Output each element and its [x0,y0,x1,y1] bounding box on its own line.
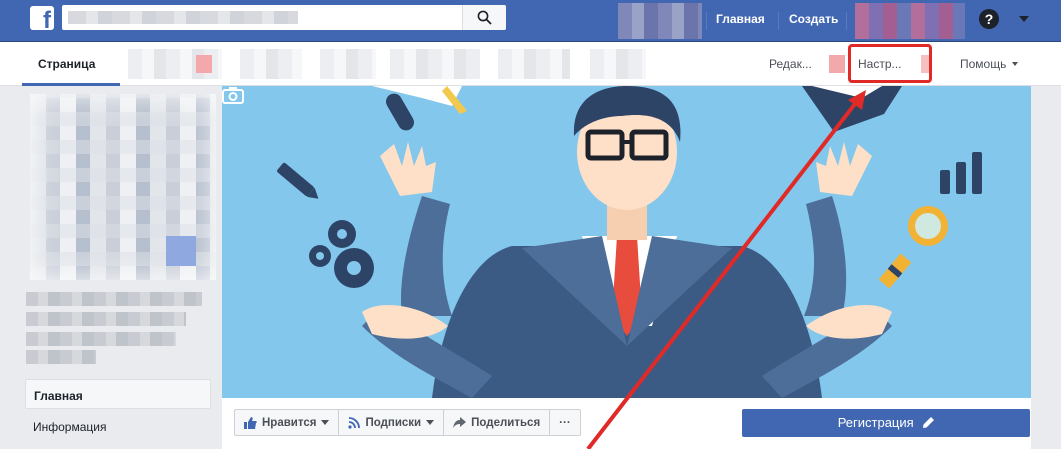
page-name-blurred [26,292,202,306]
camera-icon[interactable] [222,86,244,104]
divider [846,12,847,30]
search-icon [477,10,492,25]
chevron-down-icon [1012,62,1019,66]
tab-page[interactable]: Страница [38,57,95,71]
divider [778,12,779,30]
badge-blurred [196,55,212,73]
divider [706,12,707,30]
profile-picture-detail [166,236,196,266]
left-sidebar: Главная Информация [0,86,222,449]
badge-blurred [829,55,845,73]
tab-blurred[interactable] [390,49,480,79]
tab-blurred[interactable] [320,49,376,79]
page-name-blurred [26,332,176,346]
sidebar-item-info[interactable]: Информация [25,411,211,441]
tab-blurred[interactable] [240,49,302,79]
cover-photo [222,86,1031,398]
tab-blurred[interactable] [498,49,570,79]
rss-icon [348,416,361,429]
profile-avatar-blurred[interactable] [618,3,702,39]
more-options-button[interactable]: ··· [550,410,580,435]
help-menu-label: Помощь [960,57,1007,71]
settings-highlight-box [848,44,932,83]
action-button-group: Нравится Подписки Поделиться ··· [234,409,581,436]
thumbs-up-icon [244,416,257,429]
like-label: Нравится [262,416,317,429]
question-icon[interactable]: ? [979,9,999,29]
help-menu[interactable]: Помощь [960,57,1019,71]
chevron-down-icon[interactable] [1019,16,1029,22]
create-link[interactable]: Создать [789,12,838,26]
more-dots-icon: ··· [559,416,571,429]
page-action-bar: Нравится Подписки Поделиться ··· Регистр… [222,398,1031,449]
notification-icons-blurred[interactable] [855,3,965,39]
like-button[interactable]: Нравится [235,410,340,435]
facebook-logo-icon[interactable]: f [30,6,54,30]
home-link[interactable]: Главная [716,12,765,26]
search-query-blurred [68,11,298,24]
page-username-blurred [26,350,96,364]
sidebar-item-home[interactable]: Главная [25,379,211,409]
share-button[interactable]: Поделиться [444,410,551,435]
cover-illustration [277,86,982,398]
share-label: Поделиться [471,416,541,429]
share-arrow-icon [453,417,467,428]
follow-button[interactable]: Подписки [339,410,445,435]
search-button[interactable] [462,5,506,30]
pencil-icon [923,417,935,428]
follow-label: Подписки [365,416,422,429]
chevron-down-icon [426,420,435,425]
chevron-down-icon [321,420,330,425]
page-name-blurred [26,312,186,326]
top-navigation-bar: f Главная Создать ? [0,0,1061,42]
edit-page-link[interactable]: Редак... [769,57,812,71]
tab-blurred[interactable] [590,49,646,79]
register-button[interactable]: Регистрация [742,409,1030,437]
search-input[interactable] [62,5,506,30]
register-label: Регистрация [837,415,914,430]
